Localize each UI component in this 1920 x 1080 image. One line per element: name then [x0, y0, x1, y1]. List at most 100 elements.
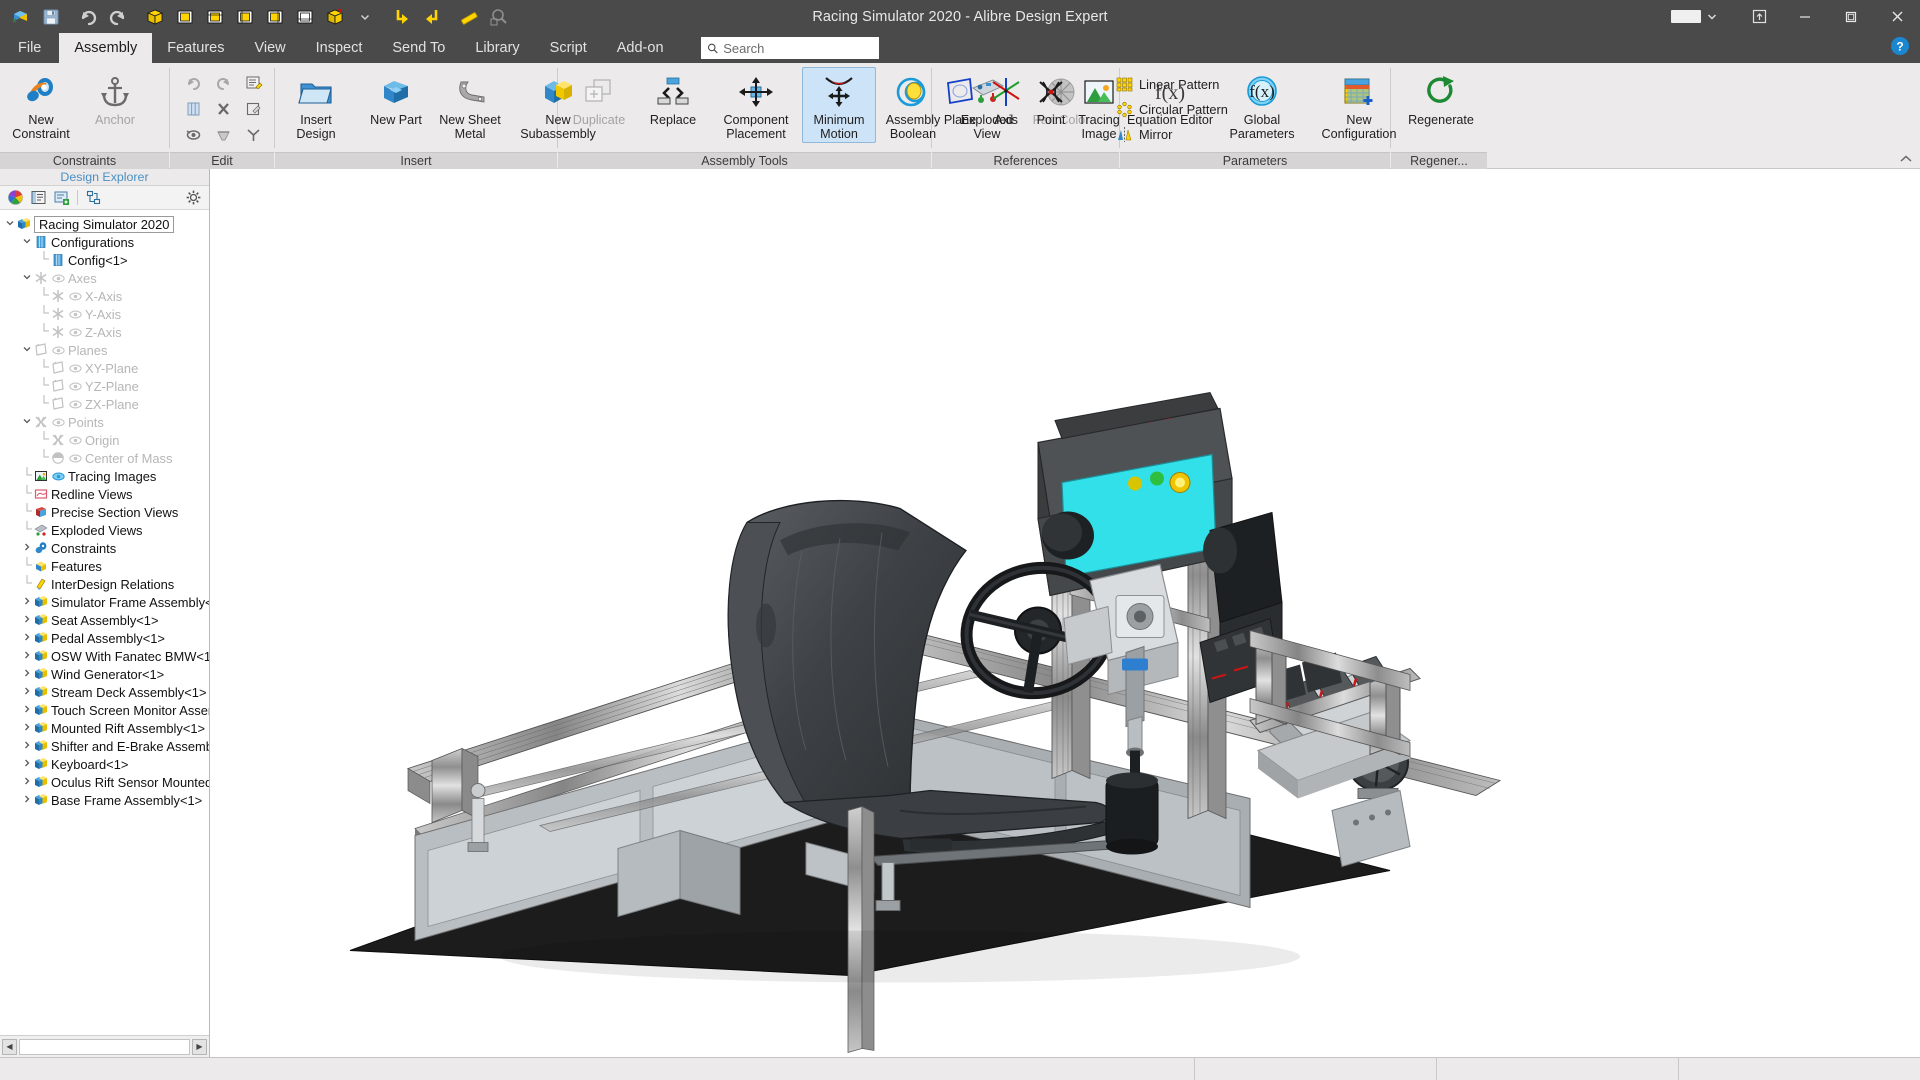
tree-item[interactable]: YZ-Plane	[0, 377, 209, 395]
tree-item[interactable]: Shifter and E-Brake Assembly<1	[0, 737, 209, 755]
tree-item[interactable]: InterDesign Relations	[0, 575, 209, 593]
chevron-right-icon[interactable]	[21, 668, 33, 680]
chevron-right-icon[interactable]	[21, 650, 33, 662]
tree-item[interactable]: Base Frame Assembly<1>	[0, 791, 209, 809]
tree-item[interactable]: Wind Generator<1>	[0, 665, 209, 683]
chevron-right-icon[interactable]	[21, 686, 33, 698]
tree-item[interactable]: Oculus Rift Sensor Mounted<1>	[0, 773, 209, 791]
tree-item[interactable]: Features	[0, 557, 209, 575]
tab-library[interactable]: Library	[460, 33, 534, 63]
visibility-eye-icon[interactable]	[68, 308, 82, 321]
new-sheet-metal-button[interactable]: New Sheet Metal	[433, 67, 507, 143]
visibility-eye-icon[interactable]	[51, 272, 65, 285]
tree-item[interactable]: ZX-Plane	[0, 395, 209, 413]
back-view-icon[interactable]	[260, 2, 290, 31]
tree-item[interactable]: Config<1>	[0, 251, 209, 269]
tree-item-label-editing[interactable]: Racing Simulator 2020	[34, 216, 174, 233]
chevron-right-icon[interactable]	[21, 596, 33, 608]
color-palette-icon[interactable]	[5, 188, 26, 208]
chevron-right-icon[interactable]: ▶	[192, 1039, 207, 1055]
tree-item[interactable]: Racing Simulator 2020	[0, 215, 209, 233]
visibility-eye-icon[interactable]	[51, 470, 65, 483]
explorer-hscrollbar[interactable]: ◀ ▶	[0, 1035, 209, 1057]
visibility-eye-icon[interactable]	[68, 452, 82, 465]
design-explorer-tree[interactable]: Racing Simulator 2020ConfigurationsConfi…	[0, 210, 209, 1035]
tree-item[interactable]: Origin	[0, 431, 209, 449]
tree-item[interactable]: OSW With Fanatec BMW<1>	[0, 647, 209, 665]
chevron-right-icon[interactable]	[21, 758, 33, 770]
tab-send-to[interactable]: Send To	[377, 33, 460, 63]
maximize-button[interactable]	[1828, 0, 1874, 33]
tab-features[interactable]: Features	[152, 33, 239, 63]
tree-item[interactable]: XY-Plane	[0, 359, 209, 377]
measure-icon[interactable]	[454, 2, 484, 31]
chevron-down-icon[interactable]	[4, 218, 16, 230]
settings-gear-icon[interactable]	[183, 188, 204, 208]
delete-column-icon[interactable]	[180, 96, 207, 121]
front-view-icon[interactable]	[170, 2, 200, 31]
visibility-eye-icon[interactable]	[68, 434, 82, 447]
minimum-motion-button[interactable]: Minimum Motion	[802, 67, 876, 143]
hscroll-track[interactable]	[19, 1039, 190, 1055]
suppress-icon[interactable]	[180, 122, 207, 147]
tab-inspect[interactable]: Inspect	[301, 33, 378, 63]
top-view-icon[interactable]	[200, 2, 230, 31]
chevron-right-icon[interactable]	[21, 794, 33, 806]
tab-assembly[interactable]: Assembly	[59, 33, 152, 63]
right-view-icon[interactable]	[230, 2, 260, 31]
visibility-eye-icon[interactable]	[68, 398, 82, 411]
minimize-button[interactable]	[1782, 0, 1828, 33]
chevron-down-icon[interactable]	[21, 416, 33, 428]
chevron-right-icon[interactable]	[21, 776, 33, 788]
plane-button[interactable]: Plane	[936, 67, 984, 143]
regenerate-button[interactable]: Regenerate	[1395, 67, 1487, 143]
tree-item[interactable]: Tracing Images	[0, 467, 209, 485]
restore-down-button[interactable]	[1736, 0, 1782, 33]
tree-item[interactable]: Axes	[0, 269, 209, 287]
tree-item[interactable]: Z-Axis	[0, 323, 209, 341]
tree-item[interactable]: Planes	[0, 341, 209, 359]
rotate-right-icon[interactable]	[417, 2, 447, 31]
delete-icon[interactable]	[210, 96, 237, 121]
search-input[interactable]	[723, 41, 872, 56]
zoom-window-icon[interactable]	[484, 2, 514, 31]
tree-item[interactable]: Touch Screen Monitor Assembly	[0, 701, 209, 719]
hide-icon[interactable]	[210, 122, 237, 147]
new-part-button[interactable]: New Part	[359, 67, 433, 143]
tree-item[interactable]: Points	[0, 413, 209, 431]
help-icon[interactable]: ?	[1890, 36, 1910, 61]
edit-properties-icon[interactable]	[240, 70, 267, 95]
tab-addon[interactable]: Add-on	[602, 33, 679, 63]
model-viewport[interactable]	[210, 169, 1920, 1057]
chevron-right-icon[interactable]	[21, 614, 33, 626]
bottom-view-icon[interactable]	[290, 2, 320, 31]
tree-item[interactable]: Precise Section Views	[0, 503, 209, 521]
undo-icon[interactable]	[73, 2, 103, 31]
chevron-down-icon[interactable]	[21, 236, 33, 248]
chevron-up-icon[interactable]	[1898, 151, 1914, 167]
tab-script[interactable]: Script	[535, 33, 602, 63]
save-icon[interactable]	[36, 2, 66, 31]
explode-icon[interactable]	[240, 122, 267, 147]
chevron-down-icon[interactable]	[21, 272, 33, 284]
tree-item[interactable]: Stream Deck Assembly<1>	[0, 683, 209, 701]
redo-icon[interactable]	[210, 70, 237, 95]
visibility-eye-icon[interactable]	[68, 362, 82, 375]
undo-icon[interactable]	[180, 70, 207, 95]
chevron-left-icon[interactable]: ◀	[2, 1039, 17, 1055]
tree-item[interactable]: Redline Views	[0, 485, 209, 503]
shaded-view-icon[interactable]	[320, 2, 350, 31]
edit-icon[interactable]	[240, 96, 267, 121]
anchor-button[interactable]: Anchor	[78, 67, 152, 143]
tab-view[interactable]: View	[239, 33, 300, 63]
tree-item[interactable]: Seat Assembly<1>	[0, 611, 209, 629]
tracing-image-button[interactable]: Tracing Image	[1074, 67, 1124, 143]
close-button[interactable]	[1874, 0, 1920, 33]
chevron-right-icon[interactable]	[21, 722, 33, 734]
account-chip[interactable]	[1671, 10, 1718, 23]
component-placement-button[interactable]: Component Placement	[710, 67, 802, 143]
chevron-right-icon[interactable]	[21, 740, 33, 752]
tab-file[interactable]: File	[0, 33, 59, 63]
equation-editor-button[interactable]: f(x) Equation Editor	[1124, 67, 1216, 143]
visibility-eye-icon[interactable]	[68, 326, 82, 339]
